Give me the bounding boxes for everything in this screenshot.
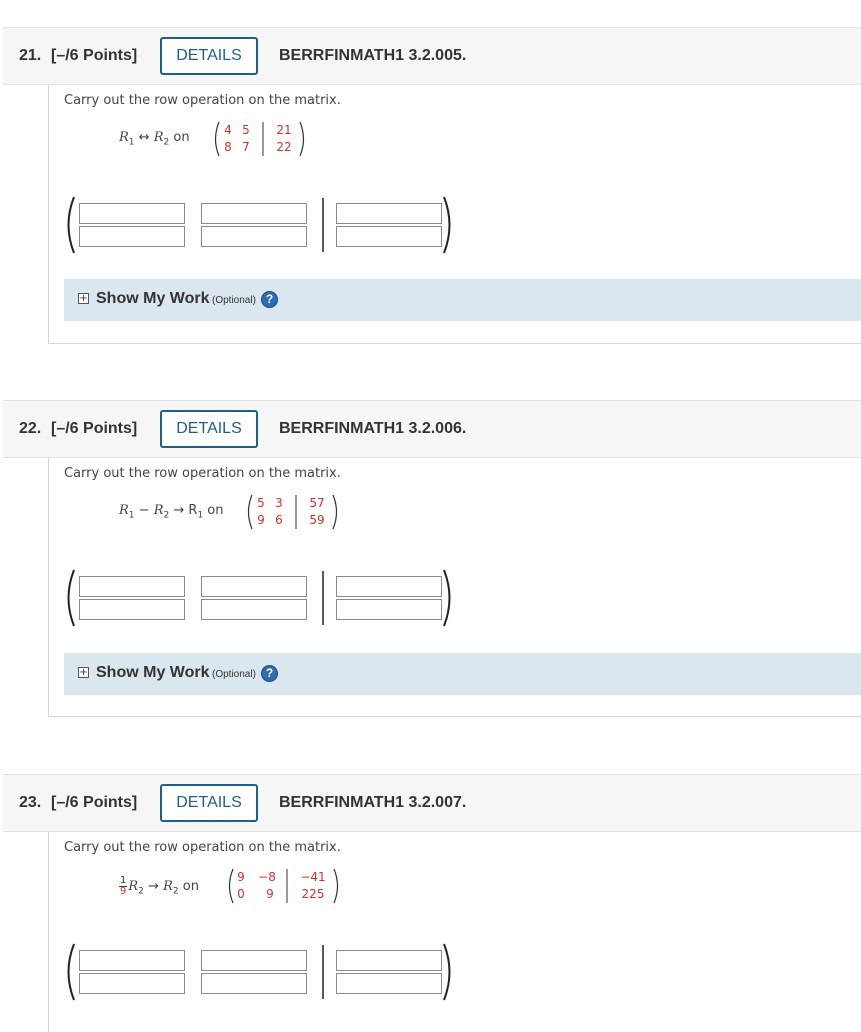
show-my-work-bar[interactable]: + Show My Work (Optional) ? [64, 653, 861, 695]
question-points: [–/6 Points] [51, 420, 138, 437]
question-header: 21. [–/6 Points] DETAILS BERRFINMATH1 3.… [3, 27, 861, 85]
fraction: 19 [119, 876, 128, 897]
matrix-cell: 59 [309, 513, 325, 527]
show-my-work-label[interactable]: Show My Work [96, 290, 210, 308]
answer-input-r2c2[interactable] [201, 226, 307, 247]
show-my-work-label[interactable]: Show My Work [96, 664, 210, 682]
optional-label: (Optional) [212, 295, 256, 306]
matrix-cell: 225 [301, 887, 325, 901]
answer-matrix [65, 568, 465, 628]
details-button[interactable]: DETAILS [160, 410, 258, 448]
answer-input-r1c3[interactable] [336, 950, 442, 971]
op-row-b: R [153, 503, 164, 518]
matrix-cell: 9 [257, 513, 265, 527]
answer-input-r1c2[interactable] [201, 576, 307, 597]
answer-input-r2c3[interactable] [336, 973, 442, 994]
op-row-a: R [119, 503, 129, 518]
answer-input-r2c1[interactable] [79, 599, 185, 620]
answer-matrix [65, 195, 465, 255]
expand-icon[interactable]: + [78, 667, 89, 678]
answer-input-r1c1[interactable] [79, 950, 185, 971]
answer-input-r2c3[interactable] [336, 599, 442, 620]
answer-input-r2c2[interactable] [201, 973, 307, 994]
matrix-cell: 8 [224, 140, 232, 154]
op-row-a: R [119, 130, 129, 145]
op-row-a: R [128, 879, 139, 894]
fraction-denominator: 9 [120, 886, 127, 897]
matrix-cell: −41 [300, 870, 326, 884]
question-header: 23. [–/6 Points] DETAILS BERRFINMATH1 3.… [3, 774, 861, 832]
matrix-cell: 0 [237, 887, 245, 901]
expand-icon[interactable]: + [78, 293, 89, 304]
question-number: 21. [19, 47, 42, 64]
answer-input-r2c1[interactable] [79, 973, 185, 994]
question-body: Carry out the row operation on the matri… [48, 832, 861, 1032]
question-points: [–/6 Points] [51, 47, 138, 64]
matrix-cell: 5 [257, 496, 265, 510]
question-code: BERRFINMATH1 3.2.005. [279, 47, 467, 64]
question-prompt: Carry out the row operation on the matri… [64, 840, 341, 855]
question-body: Carry out the row operation on the matri… [48, 85, 861, 344]
op-row-b: R [153, 130, 164, 145]
op-on: on [178, 879, 199, 894]
question-body: Carry out the row operation on the matri… [48, 458, 861, 717]
answer-input-r1c2[interactable] [201, 203, 307, 224]
op-tail: → R [169, 503, 198, 518]
matrix-cell: 3 [275, 496, 283, 510]
given-matrix: 9 −8 −41 0 9 225 [226, 867, 346, 907]
answer-input-r2c2[interactable] [201, 599, 307, 620]
op-symbol: − [134, 503, 154, 518]
details-button[interactable]: DETAILS [160, 784, 258, 822]
question-21: 21. [–/6 Points] DETAILS BERRFINMATH1 3.… [0, 27, 861, 345]
op-symbol: → [143, 879, 164, 894]
question-prompt: Carry out the row operation on the matri… [64, 93, 341, 108]
question-22: 22. [–/6 Points] DETAILS BERRFINMATH1 3.… [0, 400, 861, 718]
answer-input-r1c1[interactable] [79, 203, 185, 224]
answer-input-r2c1[interactable] [79, 226, 185, 247]
answer-input-r1c3[interactable] [336, 203, 442, 224]
show-my-work-bar[interactable]: + Show My Work (Optional) ? [64, 279, 861, 321]
help-icon[interactable]: ? [261, 665, 278, 682]
given-matrix: 4 5 21 8 7 22 [212, 120, 312, 160]
op-on: on [203, 503, 224, 518]
question-code: BERRFINMATH1 3.2.007. [279, 794, 467, 811]
question-23: 23. [–/6 Points] DETAILS BERRFINMATH1 3.… [0, 774, 861, 1032]
matrix-cell: 6 [275, 513, 283, 527]
optional-label: (Optional) [212, 669, 256, 680]
row-operation: R1 − R2 → R1 on [119, 503, 224, 521]
matrix-cell: 9 [237, 870, 245, 884]
matrix-cell: −8 [258, 870, 276, 884]
matrix-cell: 4 [224, 123, 232, 137]
question-number: 22. [19, 420, 42, 437]
matrix-cell: 57 [309, 496, 325, 510]
question-header: 22. [–/6 Points] DETAILS BERRFINMATH1 3.… [3, 400, 861, 458]
matrix-cell: 5 [242, 123, 250, 137]
matrix-cell: 7 [242, 140, 250, 154]
row-operation: R1 ↔ R2 on [119, 130, 190, 148]
answer-input-r2c3[interactable] [336, 226, 442, 247]
matrix-cell: 21 [276, 123, 292, 137]
question-code: BERRFINMATH1 3.2.006. [279, 420, 467, 437]
question-points: [–/6 Points] [51, 794, 138, 811]
op-row-b: R [163, 879, 173, 894]
answer-input-r1c2[interactable] [201, 950, 307, 971]
answer-input-r1c1[interactable] [79, 576, 185, 597]
details-button[interactable]: DETAILS [160, 37, 258, 75]
given-matrix: 5 3 57 9 6 59 [245, 493, 345, 533]
matrix-cell: 9 [266, 887, 274, 901]
answer-matrix [65, 942, 465, 1002]
row-operation: 1 9 R2 → R2 on [119, 876, 199, 897]
op-symbol: ↔ [134, 130, 154, 145]
question-number: 23. [19, 794, 42, 811]
matrix-cell: 22 [276, 140, 292, 154]
question-prompt: Carry out the row operation on the matri… [64, 466, 341, 481]
answer-input-r1c3[interactable] [336, 576, 442, 597]
help-icon[interactable]: ? [261, 291, 278, 308]
op-on: on [169, 130, 190, 145]
